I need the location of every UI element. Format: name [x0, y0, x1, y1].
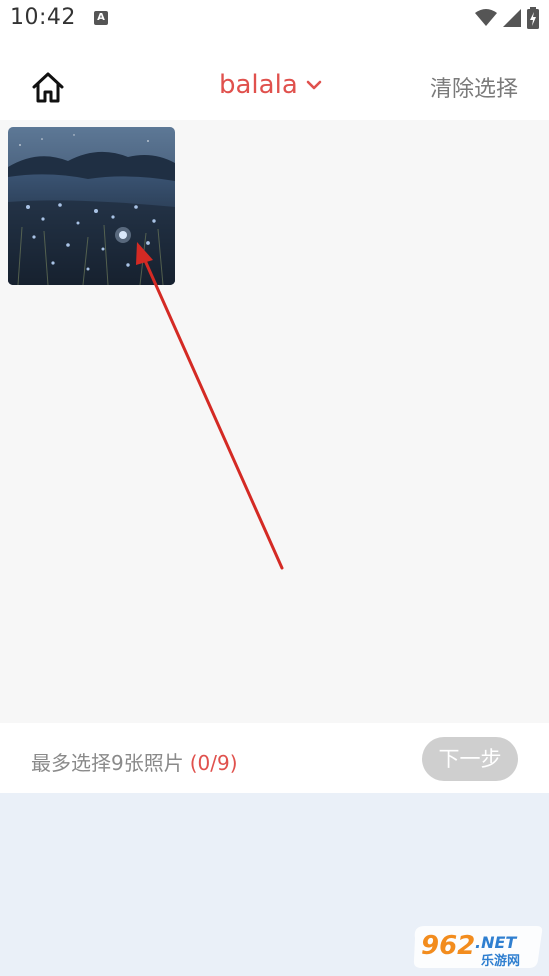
- watermark-brand: 962: [421, 931, 475, 961]
- album-selector[interactable]: balala: [219, 70, 322, 100]
- status-icons: [475, 7, 539, 29]
- site-watermark-logo: 962 .NET 乐游网: [413, 926, 543, 969]
- home-button[interactable]: [30, 70, 66, 106]
- photo-grid: [0, 120, 549, 723]
- notification-icon: A: [94, 11, 108, 25]
- lower-area: 962 .NET 乐游网: [0, 793, 549, 976]
- album-name: balala: [219, 70, 298, 100]
- watermark-suffix: .NET: [475, 933, 517, 952]
- next-step-button[interactable]: 下一步: [422, 737, 518, 781]
- selection-counter: (0/9): [189, 751, 238, 775]
- selection-hint: 最多选择9张照片 (0/9): [31, 747, 238, 776]
- max-photos-label: 最多选择9张照片: [31, 751, 184, 775]
- photo-picker-screen: 10:42 A balala 清除选择 最多选择9张照片 (0/9) 下一步 9…: [0, 0, 549, 976]
- watermark-subtitle: 乐游网: [481, 953, 520, 969]
- battery-icon: [527, 7, 539, 29]
- home-icon: [32, 72, 64, 103]
- annotation-arrow: [136, 242, 284, 570]
- bottom-bar: 最多选择9张照片 (0/9) 下一步: [0, 723, 549, 793]
- wifi-icon: [475, 9, 497, 26]
- app-header: balala 清除选择: [0, 40, 549, 120]
- chevron-down-icon: [306, 80, 322, 90]
- signal-icon: [503, 9, 521, 27]
- status-bar: 10:42 A: [0, 0, 549, 40]
- status-time: 10:42: [10, 5, 76, 30]
- clear-selection-button[interactable]: 清除选择: [430, 71, 518, 103]
